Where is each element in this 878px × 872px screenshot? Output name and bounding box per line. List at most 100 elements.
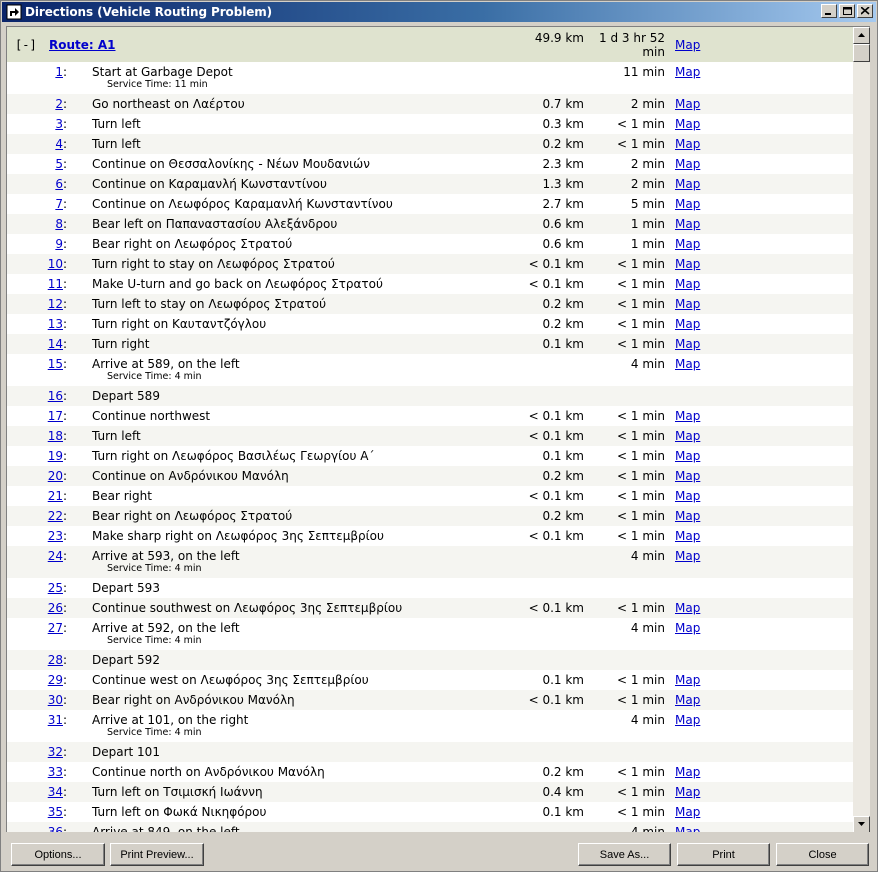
step-number-link[interactable]: 12 <box>48 297 63 311</box>
direction-step-row: 4: Turn left 0.2 km < 1 min Map <box>7 134 854 154</box>
step-instruction: Arrive at 593, on the left <box>92 549 240 563</box>
step-map-link[interactable]: Map <box>675 693 700 707</box>
maximize-button[interactable] <box>839 4 855 18</box>
window-title: Directions (Vehicle Routing Problem) <box>25 5 273 19</box>
collapse-toggle[interactable]: [-] <box>15 38 37 52</box>
step-number-link[interactable]: 26 <box>48 601 63 615</box>
step-instruction: Continue on Ανδρόνικου Μανόλη <box>92 469 289 483</box>
direction-step-row: 30: Bear right on Ανδρόνικου Μανόλη < 0.1 … <box>7 690 854 710</box>
step-map-link[interactable]: Map <box>675 765 700 779</box>
step-map-link[interactable]: Map <box>675 509 700 523</box>
step-map-link[interactable]: Map <box>675 237 700 251</box>
step-map-link[interactable]: Map <box>675 65 700 79</box>
step-number-link[interactable]: 11 <box>48 277 63 291</box>
print-button[interactable]: Print <box>677 843 770 866</box>
step-map-link[interactable]: Map <box>675 337 700 351</box>
step-number-link[interactable]: 2 <box>55 97 63 111</box>
step-instruction: Bear right on Λεωφόρος Στρατού <box>92 237 293 251</box>
step-map-link[interactable]: Map <box>675 317 700 331</box>
direction-step-row: 7: Continue on Λεωφόρος Καραμανλή Κωνσταν… <box>7 194 854 214</box>
step-map-link[interactable]: Map <box>675 489 700 503</box>
step-number-link[interactable]: 27 <box>48 621 63 635</box>
step-number-link[interactable]: 3 <box>55 117 63 131</box>
step-map-link[interactable]: Map <box>675 449 700 463</box>
step-map-link[interactable]: Map <box>675 785 700 799</box>
step-number-link[interactable]: 33 <box>48 765 63 779</box>
step-number-link[interactable]: 15 <box>48 357 63 371</box>
print-preview-button[interactable]: Print Preview... <box>110 843 204 866</box>
close-button[interactable]: Close <box>776 843 869 866</box>
step-map-link[interactable]: Map <box>675 357 700 371</box>
minimize-button[interactable] <box>821 4 837 18</box>
close-window-button[interactable] <box>857 4 873 18</box>
step-map-link[interactable]: Map <box>675 825 700 832</box>
step-number-link[interactable]: 8 <box>55 217 63 231</box>
step-map-link[interactable]: Map <box>675 429 700 443</box>
step-number-link[interactable]: 29 <box>48 673 63 687</box>
step-number-link[interactable]: 7 <box>55 197 63 211</box>
step-map-link[interactable]: Map <box>675 297 700 311</box>
step-number-link[interactable]: 28 <box>48 653 63 667</box>
step-map-link[interactable]: Map <box>675 157 700 171</box>
step-number-link[interactable]: 22 <box>48 509 63 523</box>
step-number-link[interactable]: 17 <box>48 409 63 423</box>
step-number-link[interactable]: 32 <box>48 745 63 759</box>
step-number-link[interactable]: 19 <box>48 449 63 463</box>
step-time: 1 min <box>630 237 665 251</box>
vertical-scrollbar[interactable] <box>853 27 870 832</box>
step-map-link[interactable]: Map <box>675 277 700 291</box>
route-title-link[interactable]: Route: A1 <box>49 38 116 52</box>
title-bar[interactable]: Directions (Vehicle Routing Problem) <box>2 2 876 22</box>
step-map-link[interactable]: Map <box>675 177 700 191</box>
step-colon: : <box>63 389 68 403</box>
step-number-link[interactable]: 14 <box>48 337 63 351</box>
step-number-link[interactable]: 16 <box>48 389 63 403</box>
step-number-link[interactable]: 23 <box>48 529 63 543</box>
step-number-link[interactable]: 10 <box>48 257 63 271</box>
step-number-link[interactable]: 9 <box>55 237 63 251</box>
step-distance: 0.3 km <box>542 117 584 131</box>
route-map-link[interactable]: Map <box>675 38 700 52</box>
step-number-link[interactable]: 31 <box>48 713 63 727</box>
step-map-link[interactable]: Map <box>675 97 700 111</box>
step-number-link[interactable]: 13 <box>48 317 63 331</box>
step-number-link[interactable]: 1 <box>55 65 63 79</box>
step-map-link[interactable]: Map <box>675 197 700 211</box>
step-instruction: Depart 592 <box>92 653 160 667</box>
step-number-link[interactable]: 18 <box>48 429 63 443</box>
step-number-link[interactable]: 36 <box>48 825 63 832</box>
step-number-link[interactable]: 20 <box>48 469 63 483</box>
step-number-link[interactable]: 24 <box>48 549 63 563</box>
step-number-link[interactable]: 21 <box>48 489 63 503</box>
step-number-link[interactable]: 4 <box>55 137 63 151</box>
step-map-link[interactable]: Map <box>675 409 700 423</box>
step-number-link[interactable]: 25 <box>48 581 63 595</box>
step-number-link[interactable]: 6 <box>55 177 63 191</box>
step-map-link[interactable]: Map <box>675 549 700 563</box>
step-map-link[interactable]: Map <box>675 137 700 151</box>
step-number-link[interactable]: 35 <box>48 805 63 819</box>
step-instruction: Turn right on Καυταντζόγλου <box>92 317 267 331</box>
step-map-link[interactable]: Map <box>675 621 700 635</box>
options-button[interactable]: Options... <box>11 843 105 866</box>
step-map-link[interactable]: Map <box>675 673 700 687</box>
step-map-link[interactable]: Map <box>675 529 700 543</box>
step-map-link[interactable]: Map <box>675 805 700 819</box>
save-as-button[interactable]: Save As... <box>578 843 671 866</box>
step-colon: : <box>63 469 68 483</box>
step-number-link[interactable]: 34 <box>48 785 63 799</box>
step-map-link[interactable]: Map <box>675 217 700 231</box>
step-map-link[interactable]: Map <box>675 469 700 483</box>
step-number-link[interactable]: 5 <box>55 157 63 171</box>
step-map-link[interactable]: Map <box>675 601 700 615</box>
scroll-up-button[interactable] <box>853 27 870 44</box>
step-map-link[interactable]: Map <box>675 117 700 131</box>
directions-list[interactable]: [-] Route: A1 49.9 km 1 d 3 hr 52 min Ma… <box>6 26 870 832</box>
step-instruction: Turn left <box>92 429 141 443</box>
step-map-link[interactable]: Map <box>675 257 700 271</box>
scroll-thumb[interactable] <box>853 44 870 62</box>
step-number-link[interactable]: 30 <box>48 693 63 707</box>
step-map-link[interactable]: Map <box>675 713 700 727</box>
step-time: < 1 min <box>617 469 665 483</box>
scroll-down-button[interactable] <box>853 816 870 832</box>
